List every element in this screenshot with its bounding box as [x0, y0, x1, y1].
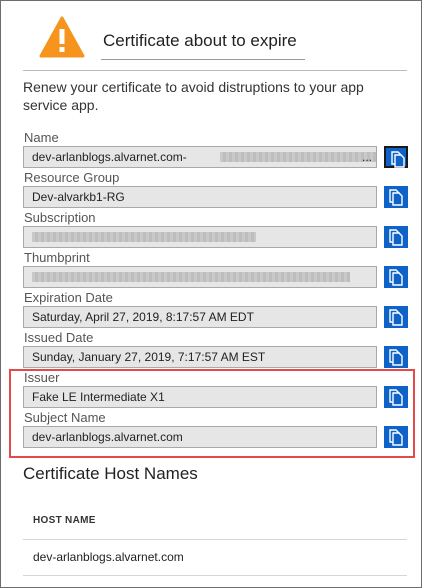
copy-expiration-date-button[interactable]: [384, 306, 408, 328]
copy-issued-date-button[interactable]: [384, 346, 408, 368]
field-label-thumbprint: Thumbprint: [24, 250, 90, 265]
table-header-divider: [23, 539, 407, 540]
certificate-expiry-panel: Certificate about to expire Renew your c…: [0, 0, 422, 588]
issuer-subject-highlight-box: [9, 369, 415, 458]
resource-group-field[interactable]: Dev-alvarkb1-RG: [23, 186, 377, 208]
redacted-block: [32, 232, 256, 242]
name-value: dev-arlanblogs.alvarnet.com-: [32, 150, 187, 164]
copy-icon: [389, 349, 403, 366]
host-names-title: Certificate Host Names: [23, 464, 198, 483]
title-underline: [101, 59, 305, 60]
host-name-column-header: HOST NAME: [33, 515, 96, 526]
dialog-description: Renew your certificate to avoid distrupt…: [23, 79, 364, 113]
field-label-name: Name: [24, 130, 59, 145]
copy-icon: [391, 151, 405, 168]
redacted-block: [220, 152, 376, 162]
dialog-title: Certificate about to expire: [103, 31, 297, 50]
field-label-subscription: Subscription: [24, 210, 96, 225]
header-divider: [23, 70, 407, 71]
resource-group-value: Dev-alvarkb1-RG: [32, 190, 125, 204]
copy-thumbprint-button[interactable]: [384, 266, 408, 288]
field-label-issued-date: Issued Date: [24, 330, 94, 345]
copy-icon: [389, 309, 403, 326]
panel-header: Certificate about to expire: [1, 1, 421, 63]
thumbprint-field[interactable]: [23, 266, 377, 288]
name-field[interactable]: dev-arlanblogs.alvarnet.com- ...: [23, 146, 377, 168]
expiration-date-value: Saturday, April 27, 2019, 8:17:57 AM EDT: [32, 310, 254, 324]
copy-icon: [389, 189, 403, 206]
subscription-field[interactable]: [23, 226, 377, 248]
copy-resource-group-button[interactable]: [384, 186, 408, 208]
issued-date-field[interactable]: Sunday, January 27, 2019, 7:17:57 AM EST: [23, 346, 377, 368]
copy-icon: [389, 229, 403, 246]
warning-triangle-icon: [39, 16, 85, 58]
copy-subscription-button[interactable]: [384, 226, 408, 248]
table-row: dev-arlanblogs.alvarnet.com: [33, 550, 184, 564]
truncation-ellipsis: ...: [361, 150, 372, 164]
expiration-date-field[interactable]: Saturday, April 27, 2019, 8:17:57 AM EDT: [23, 306, 377, 328]
copy-name-button[interactable]: [384, 146, 408, 168]
field-label-expiration-date: Expiration Date: [24, 290, 113, 305]
field-label-resource-group: Resource Group: [24, 170, 120, 185]
issued-date-value: Sunday, January 27, 2019, 7:17:57 AM EST: [32, 350, 266, 364]
redacted-block: [32, 272, 350, 282]
table-row-divider: [23, 575, 407, 576]
copy-icon: [389, 269, 403, 286]
